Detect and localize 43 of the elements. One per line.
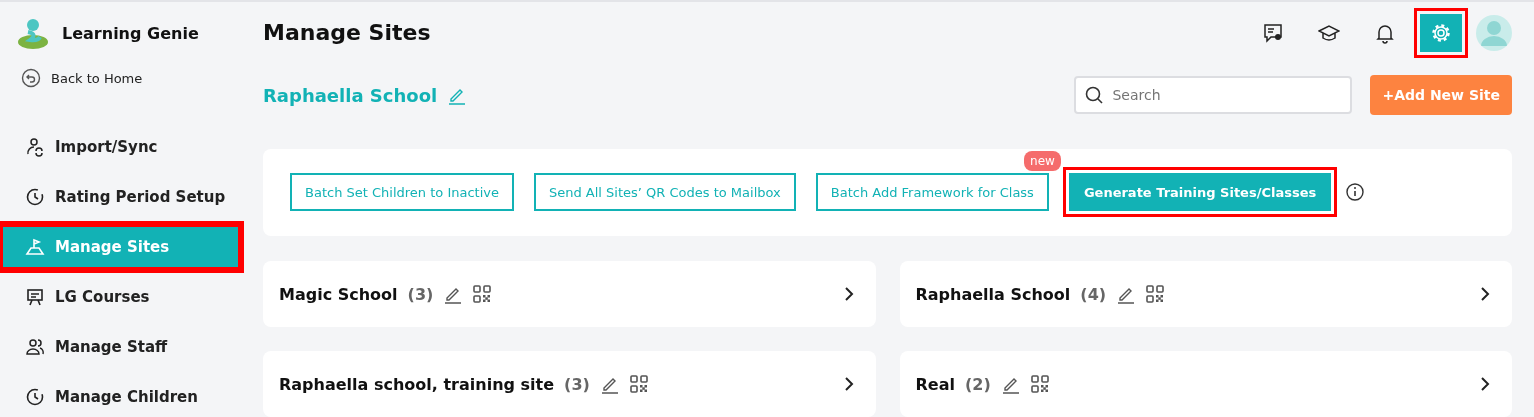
site-name: Magic School	[279, 284, 398, 304]
sidebar-item[interactable]: Manage Staff	[0, 324, 241, 370]
flag-hill-icon	[25, 237, 45, 257]
class-count: (3)	[564, 374, 590, 394]
site-card[interactable]: Raphaella School (4)	[899, 261, 1512, 327]
clock-cycle-icon	[25, 187, 45, 207]
sidebar-item[interactable]: Rating Period Setup	[0, 174, 241, 220]
class-count: (3)	[407, 284, 434, 304]
clock-cycle-icon	[25, 387, 45, 407]
people-icon	[25, 337, 45, 357]
site-card[interactable]: Raphaella school, training site (3)	[263, 351, 876, 417]
chat-person-icon	[1262, 21, 1284, 44]
class-count: (4)	[1080, 284, 1107, 304]
app-name: Learning Genie	[62, 23, 199, 43]
qr-code-icon[interactable]	[473, 285, 492, 303]
back-to-home-link[interactable]: Back to Home	[21, 68, 243, 88]
sidebar-item[interactable]: Import/Sync	[0, 124, 241, 170]
search-field[interactable]: Search	[1074, 76, 1353, 115]
chevron-right-icon	[1480, 376, 1490, 392]
class-count: (2)	[964, 374, 991, 394]
chevron-right-icon	[843, 376, 854, 392]
sidebar-item[interactable]: LG Courses	[0, 274, 241, 320]
site-name: Raphaella School	[915, 284, 1071, 304]
search-icon	[1084, 85, 1105, 106]
sidebar-item[interactable]: Manage Children	[0, 374, 241, 417]
chevron-right-icon	[843, 286, 854, 302]
site-card[interactable]: Real (2)	[899, 351, 1512, 417]
qr-code-icon[interactable]	[629, 375, 648, 393]
genie-logo-icon	[16, 16, 50, 50]
presentation-board-icon	[25, 287, 45, 307]
page-title: Manage Sites	[263, 20, 431, 46]
site-name: Real	[915, 374, 955, 394]
person-sync-icon	[25, 137, 45, 157]
info-icon[interactable]	[1345, 182, 1366, 203]
site-name: Raphaella school, training site	[279, 374, 555, 394]
settings-icon	[1430, 21, 1452, 44]
school-name: Raphaella School	[263, 84, 438, 106]
qr-code-icon[interactable]	[1146, 285, 1165, 303]
new-badge: new	[1024, 151, 1061, 172]
chevron-right-icon	[1480, 286, 1490, 302]
qr-code-icon[interactable]	[1030, 375, 1049, 393]
site-card[interactable]: Magic School (3)	[263, 261, 876, 327]
toolbar-button[interactable]	[1414, 7, 1468, 58]
